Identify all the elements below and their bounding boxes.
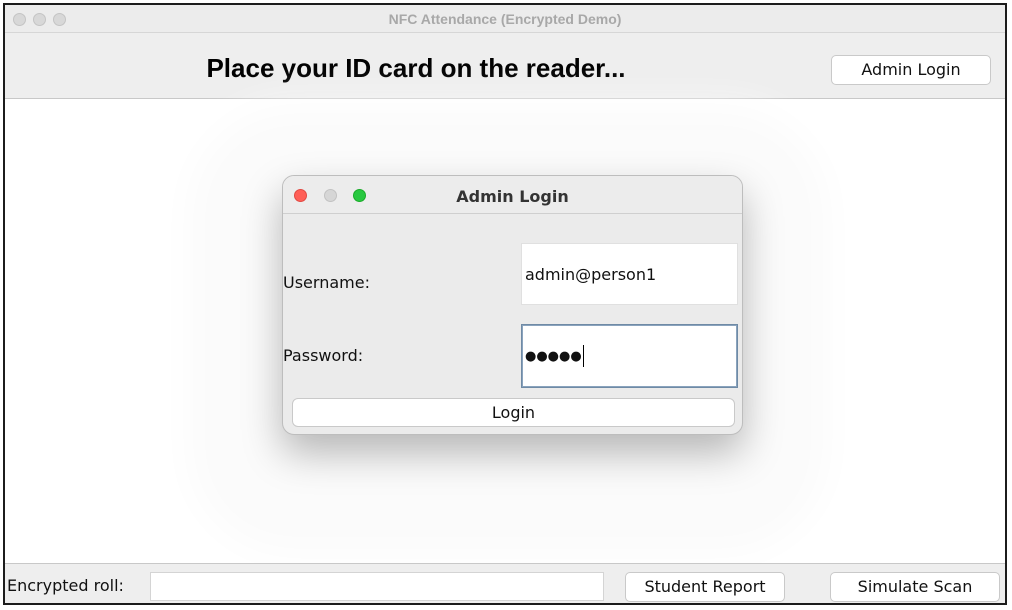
dialog-title: Admin Login xyxy=(456,187,569,206)
encrypted-roll-input[interactable] xyxy=(150,572,604,601)
window-titlebar: NFC Attendance (Encrypted Demo) xyxy=(5,5,1005,33)
encrypted-roll-label: Encrypted roll: xyxy=(7,576,124,595)
login-button[interactable]: Login xyxy=(292,398,735,427)
page-title: Place your ID card on the reader... xyxy=(206,53,626,83)
username-value: admin@person1 xyxy=(525,264,657,284)
password-input[interactable]: ●●●●● xyxy=(521,324,738,388)
simulate-scan-button[interactable]: Simulate Scan xyxy=(830,572,1000,602)
username-input[interactable]: admin@person1 xyxy=(521,243,738,305)
main-content: Admin Login Username: admin@person1 Pass… xyxy=(5,99,1005,563)
student-report-button[interactable]: Student Report xyxy=(625,572,785,602)
header-bar: Place your ID card on the reader... Admi… xyxy=(5,33,1005,99)
username-label: Username: xyxy=(283,273,370,292)
main-window: NFC Attendance (Encrypted Demo) Place yo… xyxy=(3,3,1007,605)
password-label: Password: xyxy=(283,346,364,365)
admin-login-button[interactable]: Admin Login xyxy=(831,55,991,85)
password-value: ●●●●● xyxy=(525,348,582,364)
text-caret xyxy=(582,345,584,367)
window-title: NFC Attendance (Encrypted Demo) xyxy=(388,11,622,27)
bottom-bar: Encrypted roll: Student Report Simulate … xyxy=(5,563,1005,603)
dialog-titlebar: Admin Login xyxy=(283,176,742,214)
admin-login-dialog: Admin Login Username: admin@person1 Pass… xyxy=(282,175,743,435)
